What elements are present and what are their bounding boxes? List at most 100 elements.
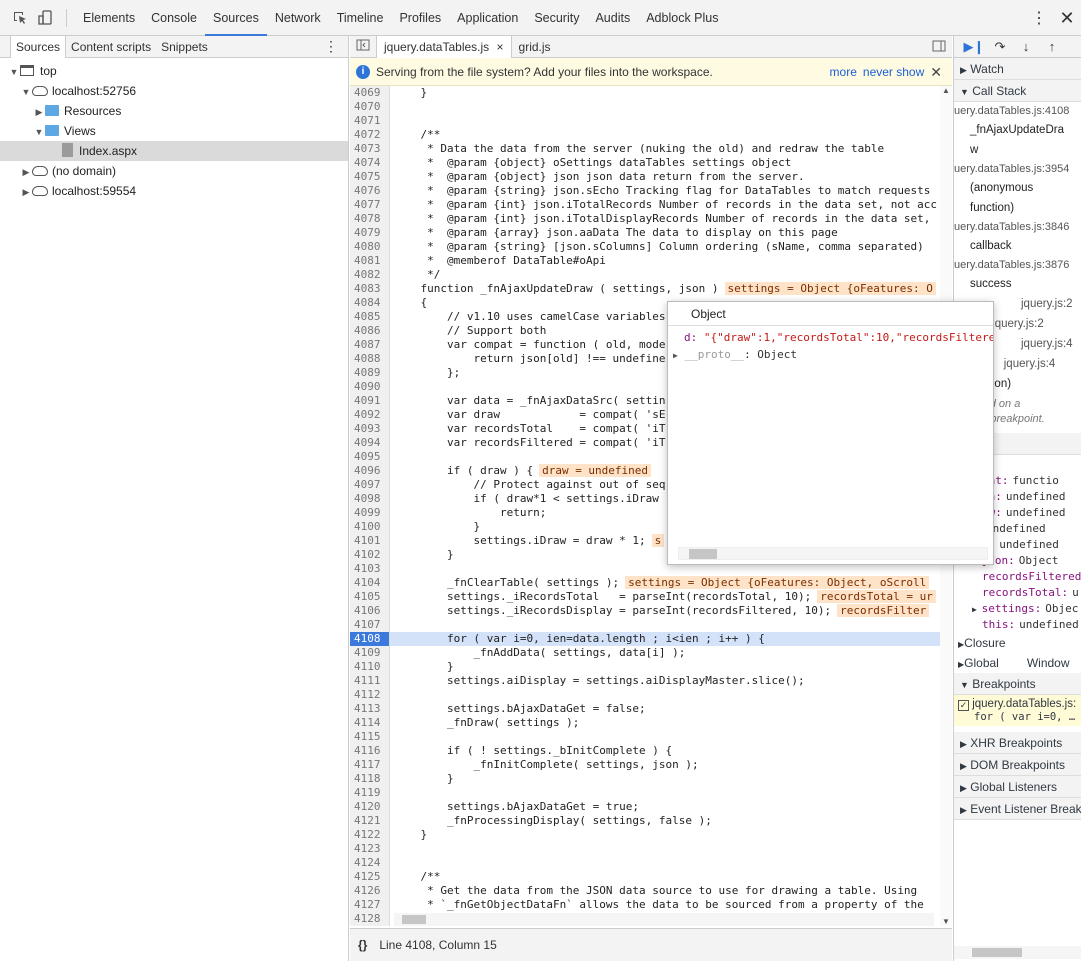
close-infobar-icon[interactable]: ✕ xyxy=(930,64,942,81)
line-number[interactable]: 4124 xyxy=(350,856,390,870)
breakpoint-checkbox[interactable]: ✓ xyxy=(958,700,969,711)
line-number[interactable]: 4126 xyxy=(350,884,390,898)
close-tab-icon[interactable]: × xyxy=(497,40,504,54)
tree-item-no-domain[interactable]: ▶ (no domain) xyxy=(0,161,348,181)
line-number[interactable]: 4079 xyxy=(350,226,390,240)
code-line[interactable]: 4080 * @param {string} [json.sColumns] C… xyxy=(350,240,940,254)
code-line[interactable]: 4105 settings._iRecordsTotal = parseInt(… xyxy=(350,590,940,604)
code-line[interactable]: 4070 xyxy=(350,100,940,114)
tree-item-localhost-59554[interactable]: ▶ localhost:59554 xyxy=(0,181,348,201)
line-number[interactable]: 4109 xyxy=(350,646,390,660)
code-line[interactable]: 4076 * @param {string} json.sEcho Tracki… xyxy=(350,184,940,198)
code-line[interactable]: 4123 xyxy=(350,842,940,856)
line-number[interactable]: 4097 xyxy=(350,478,390,492)
line-number[interactable]: 4108 xyxy=(350,632,390,646)
dom-breakpoints-section[interactable]: ▶ DOM Breakpoints xyxy=(954,754,1081,776)
code-line[interactable]: 4125 /** xyxy=(350,870,940,884)
code-line[interactable]: 4113 settings.bAjaxDataGet = false; xyxy=(350,702,940,716)
code-line[interactable]: 4122 } xyxy=(350,828,940,842)
code-line[interactable]: 4107 xyxy=(350,618,940,632)
editor-tab-grid[interactable]: grid.js xyxy=(512,36,558,58)
event-listener-breakpoints-section[interactable]: ▶ Event Listener Breakpo xyxy=(954,798,1081,820)
line-number[interactable]: 4115 xyxy=(350,730,390,744)
tab-application[interactable]: Application xyxy=(449,0,526,36)
popover-horizontal-scrollbar[interactable] xyxy=(678,547,988,560)
global-listeners-section[interactable]: ▶ Global Listeners xyxy=(954,776,1081,798)
line-number[interactable]: 4087 xyxy=(350,338,390,352)
code-line[interactable]: 4081 * @memberof DataTable#oApi xyxy=(350,254,940,268)
code-line[interactable]: 4121 _fnProcessingDisplay( settings, fal… xyxy=(350,814,940,828)
code-line[interactable]: 4119 xyxy=(350,786,940,800)
line-number[interactable]: 4099 xyxy=(350,506,390,520)
scroll-down-arrow-icon[interactable]: ▼ xyxy=(940,917,952,926)
expand-arrow-icon[interactable]: ▼ xyxy=(20,82,32,102)
line-number[interactable]: 4083 xyxy=(350,282,390,296)
code-line[interactable]: 4116 if ( ! settings._bInitComplete ) { xyxy=(350,744,940,758)
tree-item-index-aspx[interactable]: Index.aspx xyxy=(0,141,348,161)
code-line[interactable]: 4127 * `_fnGetObjectDataFn` allows the d… xyxy=(350,898,940,912)
line-number[interactable]: 4078 xyxy=(350,212,390,226)
toggle-debugger-icon[interactable] xyxy=(932,40,946,55)
scroll-thumb[interactable] xyxy=(972,948,1022,957)
line-number[interactable]: 4089 xyxy=(350,366,390,380)
expand-arrow-icon[interactable]: ▶ xyxy=(20,182,32,202)
line-number[interactable]: 4111 xyxy=(350,674,390,688)
line-number[interactable]: 4107 xyxy=(350,618,390,632)
line-number[interactable]: 4074 xyxy=(350,156,390,170)
line-number[interactable]: 4117 xyxy=(350,758,390,772)
code-line[interactable]: 4106 settings._iRecordsDisplay = parseIn… xyxy=(350,604,940,618)
line-number[interactable]: 4088 xyxy=(350,352,390,366)
line-number[interactable]: 4090 xyxy=(350,380,390,394)
line-number[interactable]: 4100 xyxy=(350,520,390,534)
line-number[interactable]: 4122 xyxy=(350,828,390,842)
never-show-link[interactable]: never show xyxy=(863,65,924,79)
sidebar-horizontal-scrollbar[interactable] xyxy=(954,946,1081,959)
xhr-breakpoints-section[interactable]: ▶ XHR Breakpoints xyxy=(954,732,1081,754)
line-number[interactable]: 4070 xyxy=(350,100,390,114)
line-number[interactable]: 4104 xyxy=(350,576,390,590)
tab-snippets[interactable]: Snippets xyxy=(156,36,213,58)
scope-variable[interactable]: recordsFiltered xyxy=(954,569,1081,585)
scope-global[interactable]: ▶Global Window xyxy=(954,653,1081,673)
line-number[interactable]: 4114 xyxy=(350,716,390,730)
scroll-up-arrow-icon[interactable]: ▲ xyxy=(940,86,952,95)
line-number[interactable]: 4069 xyxy=(350,86,390,100)
line-number[interactable]: 4091 xyxy=(350,394,390,408)
line-number[interactable]: 4082 xyxy=(350,268,390,282)
line-number[interactable]: 4075 xyxy=(350,170,390,184)
line-number[interactable]: 4102 xyxy=(350,548,390,562)
expand-arrow-icon[interactable]: ▼ xyxy=(8,62,20,82)
tree-item-localhost-52756[interactable]: ▼ localhost:52756 xyxy=(0,81,348,101)
line-number[interactable]: 4077 xyxy=(350,198,390,212)
line-number[interactable]: 4123 xyxy=(350,842,390,856)
line-number[interactable]: 4084 xyxy=(350,296,390,310)
line-number[interactable]: 4116 xyxy=(350,744,390,758)
editor-tab-datatables[interactable]: jquery.dataTables.js × xyxy=(376,35,512,58)
code-line[interactable]: 4115 xyxy=(350,730,940,744)
code-line[interactable]: 4118 } xyxy=(350,772,940,786)
code-line[interactable]: 4071 xyxy=(350,114,940,128)
expand-arrow-icon[interactable]: ▶ xyxy=(972,605,982,614)
step-out-icon[interactable]: ↑ xyxy=(1040,39,1064,54)
code-line[interactable]: 4069 } xyxy=(350,86,940,100)
pretty-print-button[interactable]: {} xyxy=(358,938,367,952)
step-into-icon[interactable]: ↓ xyxy=(1014,39,1038,54)
object-preview-popover[interactable]: Object d: "{"draw":1,"recordsTotal":10,"… xyxy=(667,301,994,565)
code-line[interactable]: 4126 * Get the data from the JSON data s… xyxy=(350,884,940,898)
expand-arrow-icon[interactable]: ▶ xyxy=(33,102,45,122)
breakpoints-section[interactable]: ▼ Breakpoints xyxy=(954,673,1081,695)
line-number[interactable]: 4094 xyxy=(350,436,390,450)
line-number[interactable]: 4095 xyxy=(350,450,390,464)
line-number[interactable]: 4125 xyxy=(350,870,390,884)
device-toolbar-icon[interactable] xyxy=(35,7,57,29)
line-number[interactable]: 4112 xyxy=(350,688,390,702)
watch-section[interactable]: ▶ Watch xyxy=(954,58,1081,80)
code-line[interactable]: 4073 * Data the data from the server (nu… xyxy=(350,142,940,156)
tab-timeline[interactable]: Timeline xyxy=(329,0,392,36)
call-frame[interactable]: uery.dataTables.js:3876 success xyxy=(954,256,1081,294)
code-line[interactable]: 4072 /** xyxy=(350,128,940,142)
tab-content-scripts[interactable]: Content scripts xyxy=(66,36,156,58)
line-number[interactable]: 4076 xyxy=(350,184,390,198)
code-line[interactable]: 4109 _fnAddData( settings, data[i] ); xyxy=(350,646,940,660)
code-line[interactable]: 4079 * @param {array} json.aaData The da… xyxy=(350,226,940,240)
